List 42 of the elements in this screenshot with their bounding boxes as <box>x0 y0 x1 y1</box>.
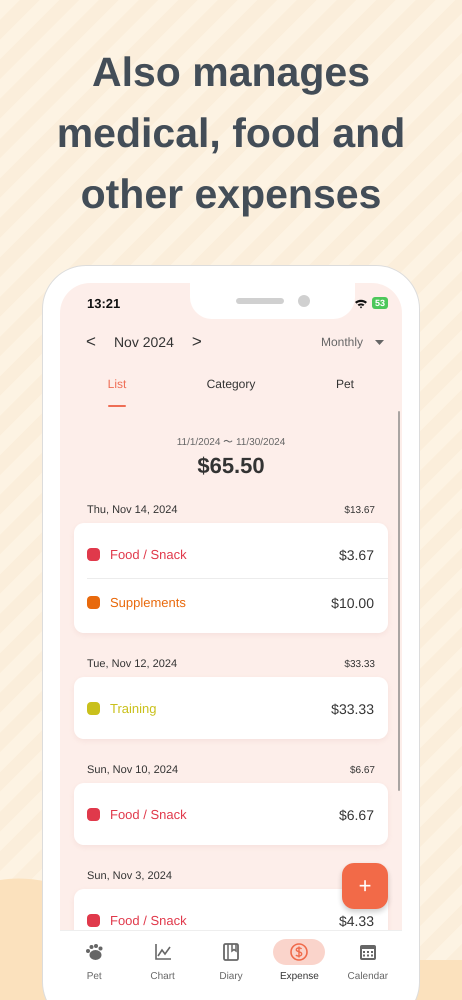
expense-amount: $10.00 <box>331 594 374 610</box>
category-label[interactable]: Food / Snack <box>110 547 187 562</box>
next-month-button[interactable]: > <box>188 332 206 352</box>
calendar-icon <box>358 943 377 961</box>
month-label: Nov 2024 <box>114 334 174 350</box>
nav-item[interactable]: Pet <box>60 939 128 1000</box>
headline-text: other expenses <box>80 170 382 219</box>
total-amount: $65.50 <box>196 453 266 479</box>
expense-amount: $3.67 <box>338 546 374 562</box>
book-icon <box>223 943 240 961</box>
category-label[interactable]: Food / Snack <box>110 807 187 822</box>
headline-text: medical, food and <box>56 109 406 158</box>
status-time: 13:21 <box>87 296 120 310</box>
period-dropdown[interactable]: Monthly <box>320 335 384 349</box>
day-total: $33.33 <box>344 658 375 670</box>
dollar-icon <box>290 943 308 961</box>
previous-month-button[interactable]: < <box>82 332 100 352</box>
nav-item[interactable]: Calendar <box>334 939 402 1000</box>
date-range: 11/1/2024 〜 11/30/2024 <box>176 436 286 449</box>
expense-amount: $33.33 <box>331 700 374 716</box>
nav-item[interactable]: Expense <box>265 939 334 1000</box>
nav-item[interactable]: Diary <box>196 939 266 1000</box>
category-label[interactable]: Food / Snack <box>110 913 187 928</box>
expense-amount: $6.67 <box>338 806 374 822</box>
category-label[interactable]: Supplements <box>110 595 186 610</box>
day-date: Thu, Nov 14, 2024 <box>87 504 178 516</box>
tab[interactable]: Category <box>174 361 288 407</box>
battery-level: 53 <box>372 297 388 309</box>
dropdown-caret-icon <box>375 340 384 344</box>
day-total: $6.67 <box>350 764 375 776</box>
expense-amount: $4.33 <box>338 912 374 928</box>
day-date: Sun, Nov 10, 2024 <box>87 764 178 776</box>
add-button[interactable]: + <box>342 863 388 909</box>
day-total: $13.67 <box>344 504 375 516</box>
paw-icon <box>85 943 104 961</box>
headline-text: Also manages <box>91 48 371 97</box>
line-chart-icon <box>154 943 172 961</box>
day-date: Tue, Nov 12, 2024 <box>87 658 178 670</box>
tab[interactable]: Pet <box>288 361 402 407</box>
day-date: Sun, Nov 3, 2024 <box>87 870 172 882</box>
nav-item[interactable]: Chart <box>128 939 197 1000</box>
wifi-icon <box>354 298 368 308</box>
